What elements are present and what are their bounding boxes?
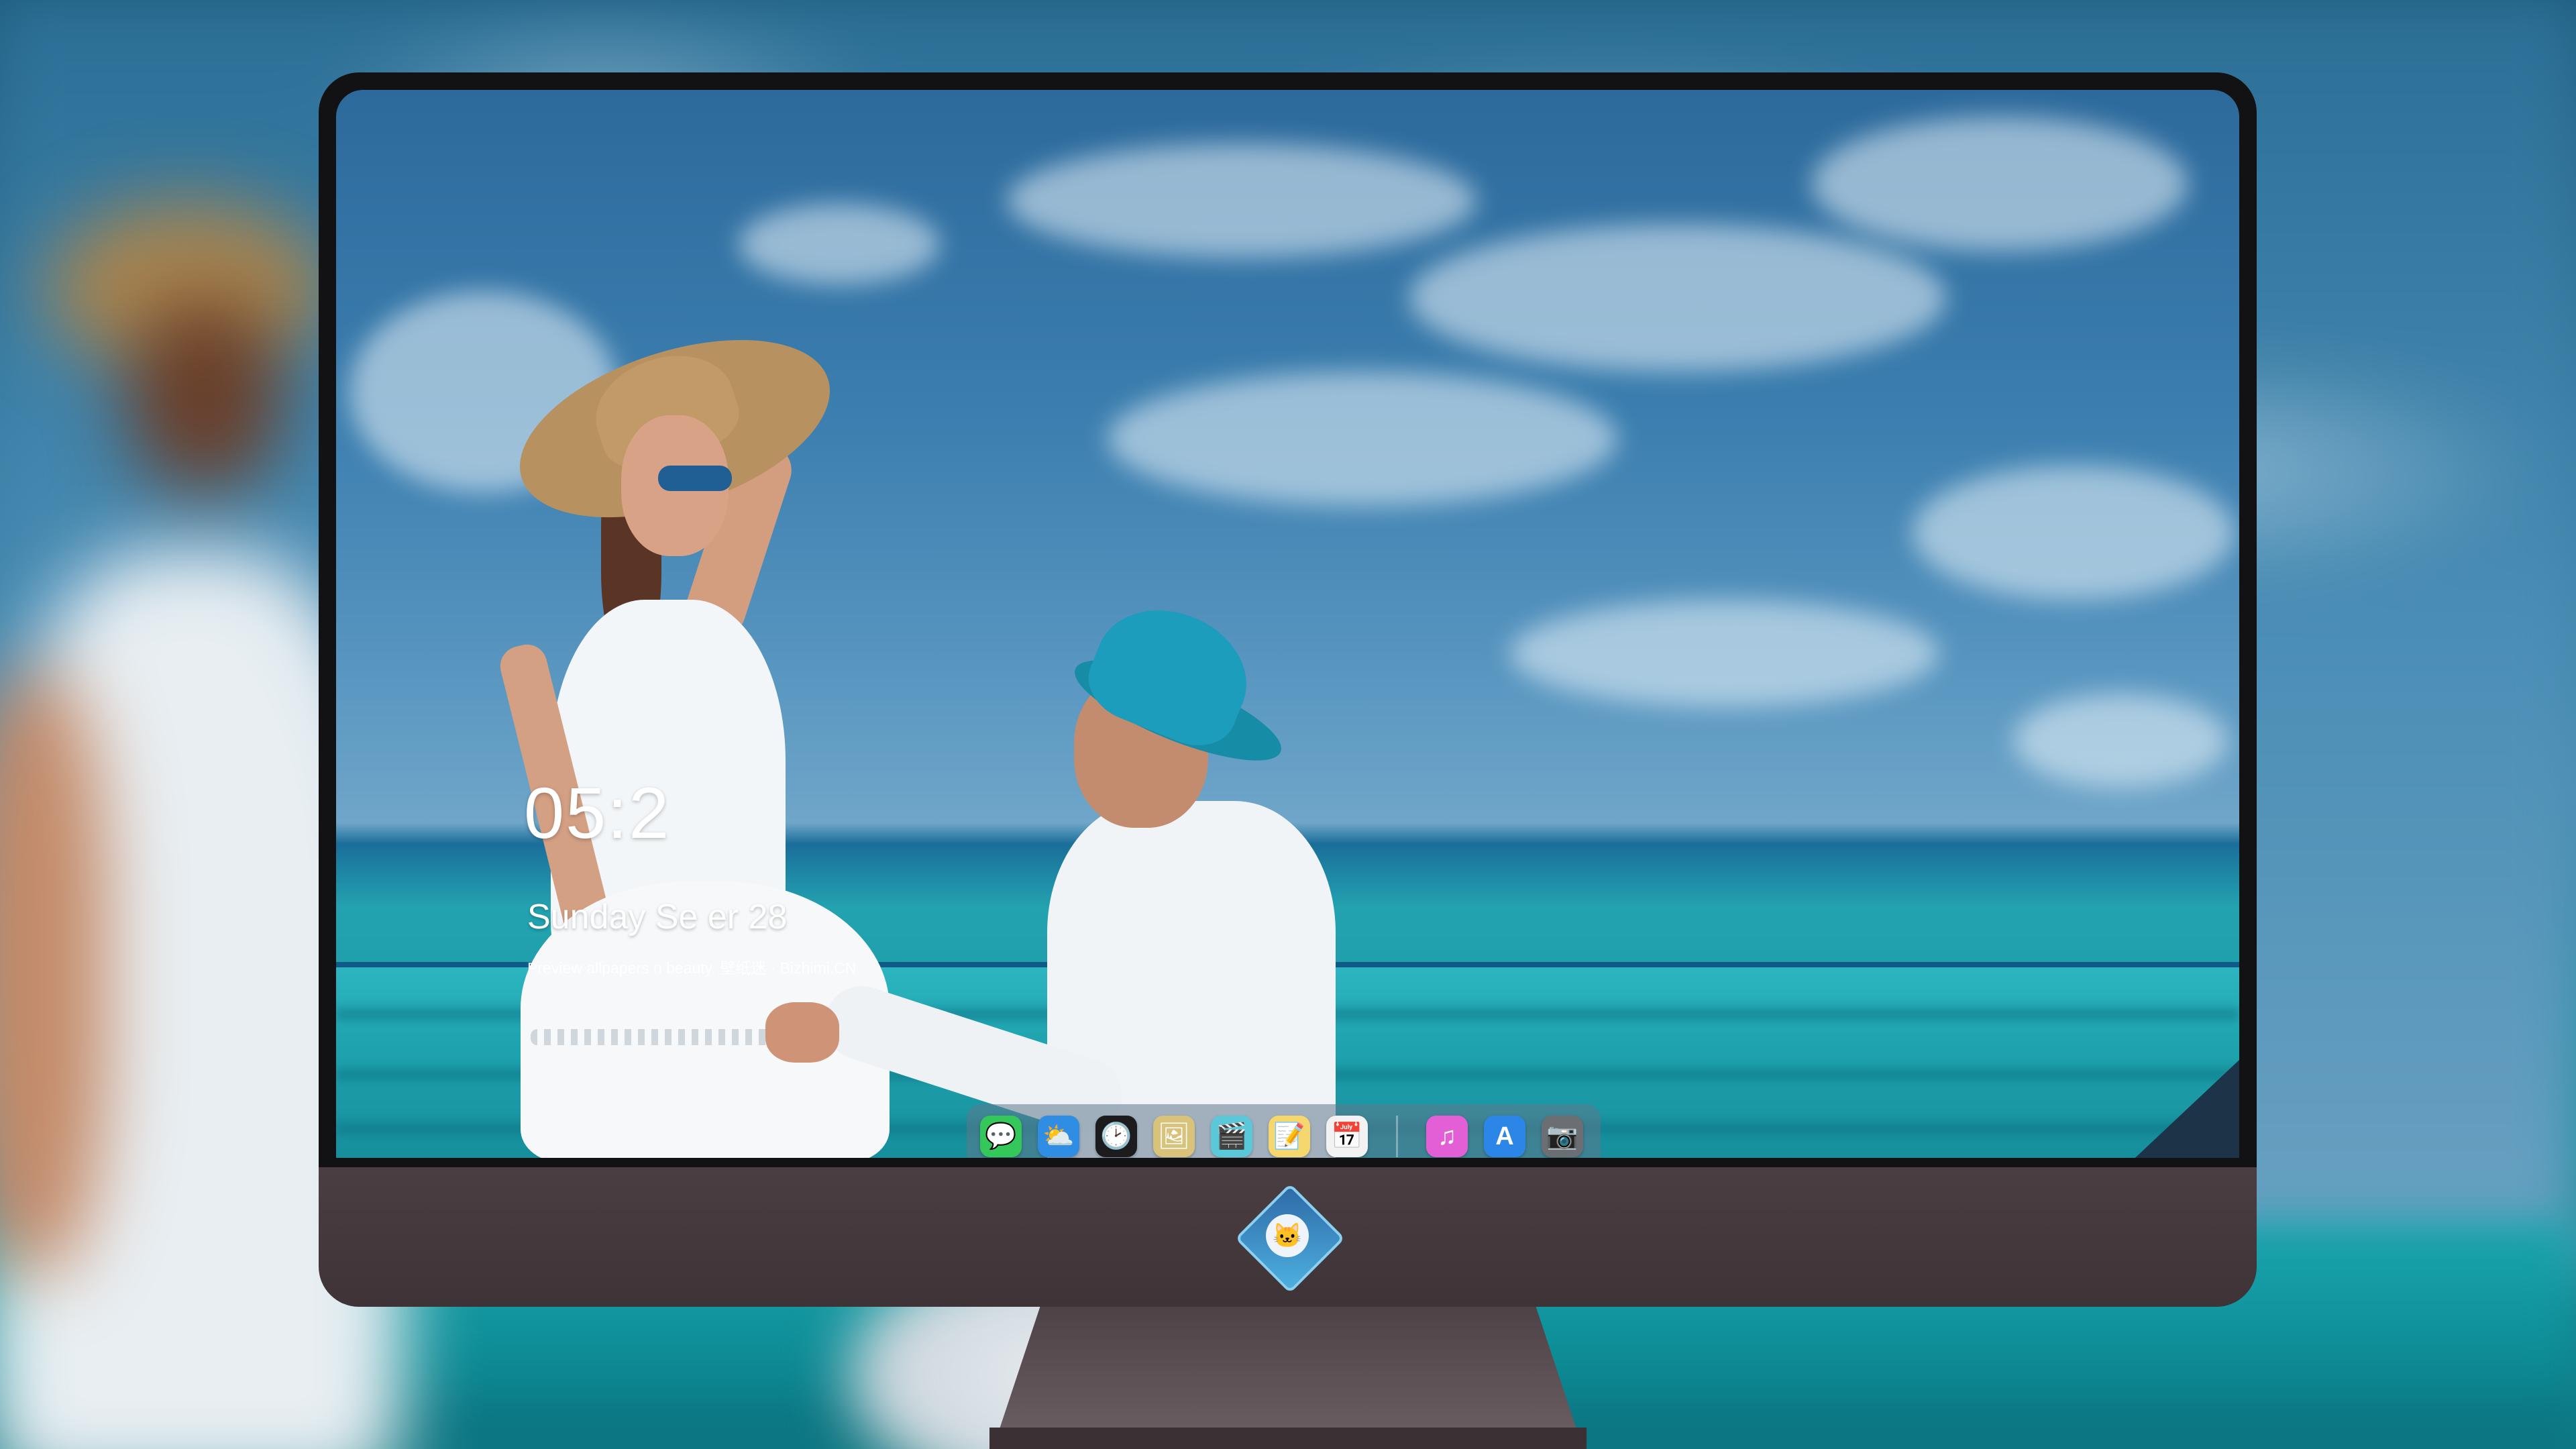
app-store-icon[interactable]: A	[1484, 1116, 1525, 1157]
messages-icon[interactable]: 💬	[980, 1116, 1022, 1157]
monitor: 05:2 Sunday Se er 28 Preview allpapers n…	[319, 72, 2257, 1307]
corner-decoration	[2125, 1060, 2239, 1167]
video-clapper-icon[interactable]: 🎬	[1211, 1116, 1252, 1157]
music-icon[interactable]: ♫	[1426, 1116, 1468, 1157]
dock-separator	[1396, 1116, 1398, 1157]
notes-icon[interactable]: 📝	[1269, 1116, 1310, 1157]
lock-clock: 05:2	[524, 772, 671, 853]
monitor-stand-base	[989, 1428, 1587, 1449]
clock-icon[interactable]: 🕑	[1095, 1116, 1137, 1157]
wallpaper-caption: Preview allpapers n beauty. 壁纸迷 · Bizhim…	[527, 959, 857, 977]
calendar-icon[interactable]: 📅	[1326, 1116, 1368, 1157]
lock-date: Sunday Se er 28	[527, 898, 788, 936]
weather-icon[interactable]: ⛅	[1038, 1116, 1079, 1157]
man-figure	[336, 90, 2239, 1167]
preview-icon[interactable]: 🖼	[1153, 1116, 1195, 1157]
camera-icon[interactable]: 📷	[1542, 1116, 1583, 1157]
lock-screen[interactable]: 05:2 Sunday Se er 28 Preview allpapers n…	[336, 90, 2239, 1167]
brand-logo-mascot: 🐱	[1266, 1214, 1309, 1257]
